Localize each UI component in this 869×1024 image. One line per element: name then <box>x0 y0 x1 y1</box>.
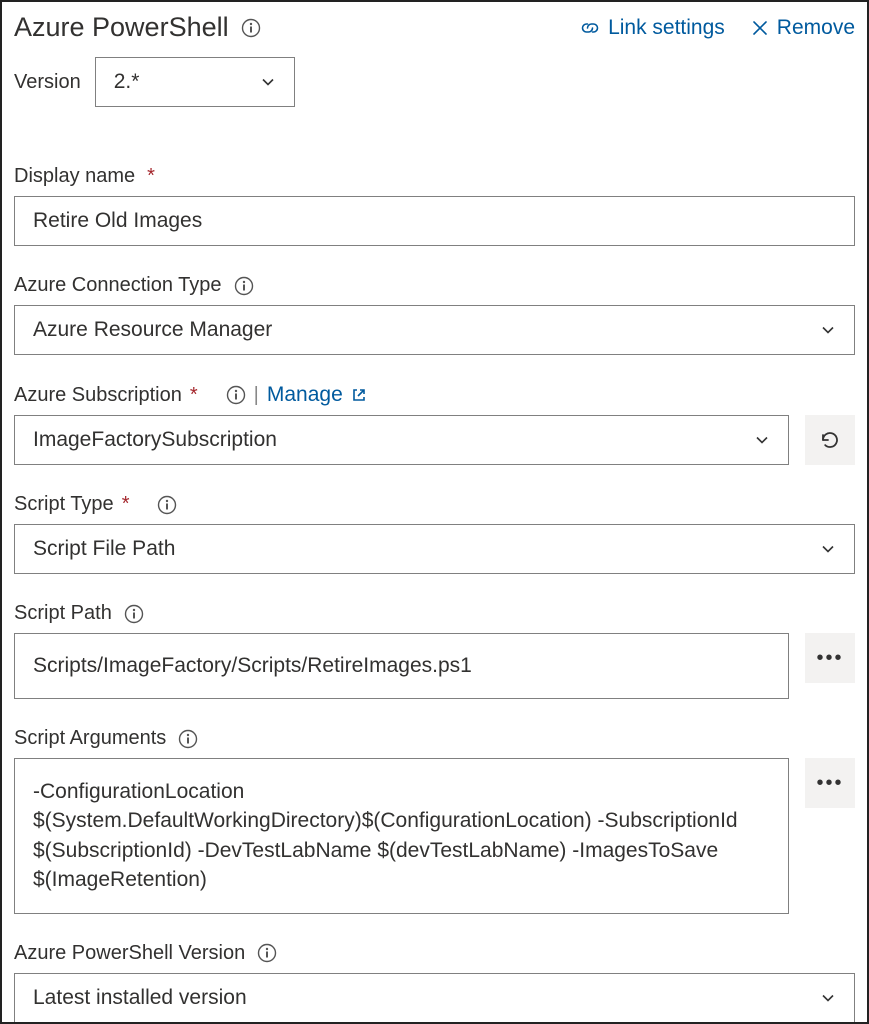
version-row: Version 2.* <box>14 57 855 107</box>
script-args-label: Script Arguments <box>14 727 166 750</box>
chevron-down-icon <box>754 432 770 448</box>
external-link-icon <box>351 387 367 403</box>
task-title: Azure PowerShell <box>14 12 229 43</box>
browse-button[interactable]: ••• <box>805 633 855 683</box>
remove-button[interactable]: Remove <box>751 16 855 40</box>
info-icon[interactable] <box>178 729 198 749</box>
version-label: Version <box>14 71 81 94</box>
link-settings-button[interactable]: Link settings <box>580 16 725 40</box>
subscription-label-row: Azure Subscription * | Manage <box>14 383 855 407</box>
required-indicator: * <box>122 493 130 516</box>
info-icon[interactable] <box>226 385 246 405</box>
chevron-down-icon <box>820 990 836 1006</box>
header: Azure PowerShell Link settings Remove <box>14 12 855 43</box>
display-name-input[interactable] <box>14 196 855 246</box>
script-type-label: Script Type <box>14 493 114 516</box>
browse-button[interactable]: ••• <box>805 758 855 808</box>
link-icon <box>580 18 600 38</box>
connection-type-label-row: Azure Connection Type <box>14 274 855 297</box>
version-select[interactable]: 2.* <box>95 57 295 107</box>
chevron-down-icon <box>820 322 836 338</box>
refresh-icon <box>819 429 841 451</box>
info-icon[interactable] <box>234 276 254 296</box>
manage-link[interactable]: Manage <box>267 383 367 407</box>
script-args-input[interactable]: -ConfigurationLocation $(System.DefaultW… <box>14 758 789 914</box>
script-type-select[interactable]: Script File Path <box>14 524 855 574</box>
display-name-label: Display name <box>14 165 135 188</box>
ellipsis-icon: ••• <box>816 647 843 670</box>
script-path-input[interactable] <box>14 633 789 699</box>
required-indicator: * <box>190 384 198 407</box>
refresh-button[interactable] <box>805 415 855 465</box>
chevron-down-icon <box>820 541 836 557</box>
info-icon[interactable] <box>157 495 177 515</box>
task-panel: Azure PowerShell Link settings Remove Ve… <box>0 0 869 1024</box>
ps-version-label-row: Azure PowerShell Version <box>14 942 855 965</box>
connection-type-label: Azure Connection Type <box>14 274 222 297</box>
required-indicator: * <box>147 165 155 188</box>
connection-type-select[interactable]: Azure Resource Manager <box>14 305 855 355</box>
ps-version-select[interactable]: Latest installed version <box>14 973 855 1023</box>
subscription-label: Azure Subscription <box>14 384 182 407</box>
chevron-down-icon <box>260 74 276 90</box>
subscription-select[interactable]: ImageFactorySubscription <box>14 415 789 465</box>
script-path-label-row: Script Path <box>14 602 855 625</box>
display-name-label-row: Display name * <box>14 165 855 188</box>
script-type-label-row: Script Type * <box>14 493 855 516</box>
script-path-label: Script Path <box>14 602 112 625</box>
close-icon <box>751 19 769 37</box>
script-args-label-row: Script Arguments <box>14 727 855 750</box>
info-icon[interactable] <box>241 18 261 38</box>
ps-version-label: Azure PowerShell Version <box>14 942 245 965</box>
ellipsis-icon: ••• <box>816 772 843 795</box>
info-icon[interactable] <box>124 604 144 624</box>
info-icon[interactable] <box>257 943 277 963</box>
